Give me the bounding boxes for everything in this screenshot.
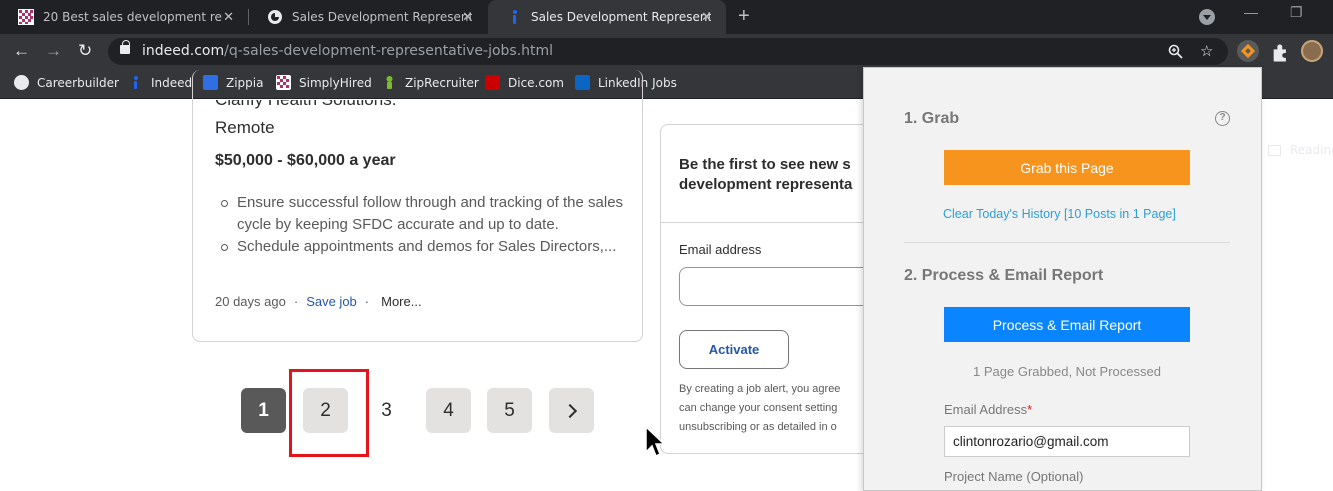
section-process-title: 2. Process & Email Report: [904, 267, 1104, 284]
divider: [661, 222, 871, 223]
forward-arrow-icon[interactable]: →: [45, 41, 62, 61]
grab-page-button[interactable]: Grab this Page: [944, 150, 1190, 185]
save-job-link[interactable]: Save job: [306, 294, 357, 309]
page-5-button[interactable]: 5: [487, 388, 532, 433]
grab-extension-icon[interactable]: [1237, 40, 1259, 62]
separator-dot: ·: [364, 294, 370, 309]
divider: [904, 242, 1230, 243]
job-salary: $50,000 - $60,000 a year: [215, 152, 396, 169]
omnibox[interactable]: indeed.com/q-sales-development-represent…: [108, 38, 1228, 65]
mouse-cursor-icon: [645, 426, 665, 458]
address-toolbar: ← → ↻ indeed.com/q-sales-development-rep…: [0, 34, 1333, 68]
alert-email-input[interactable]: [679, 267, 879, 306]
new-tab-button[interactable]: +: [738, 5, 750, 28]
careerbuilder-icon: [14, 75, 29, 90]
alert-legal-text: By creating a job alert, you agree can c…: [679, 380, 865, 437]
close-tab-icon[interactable]: ✕: [701, 9, 712, 25]
legal-line: can change your consent setting: [679, 402, 838, 414]
browser-tab-1[interactable]: 20 Best sales development repres ✕: [0, 0, 248, 34]
process-email-button[interactable]: Process & Email Report: [944, 307, 1190, 342]
tab-title: 20 Best sales development repres: [43, 10, 223, 24]
alert-heading-line: Be the first to see new s: [679, 156, 851, 173]
indeed-icon: [134, 76, 138, 89]
activate-button[interactable]: Activate: [679, 330, 789, 369]
grab-status: 1 Page Grabbed, Not Processed: [973, 364, 1161, 379]
separator-dot: ·: [293, 294, 299, 309]
restore-icon[interactable]: ❐: [1290, 4, 1303, 21]
bookmark-label: Indeed: [151, 75, 193, 90]
careerbuilder-favicon-icon: [268, 10, 282, 24]
bookmark-star-icon[interactable]: ☆: [1200, 42, 1213, 60]
tab-title: Sales Development Representativ: [292, 10, 472, 24]
next-page-button[interactable]: [549, 388, 594, 433]
snippet-item: Schedule appointments and demos for Sale…: [221, 236, 637, 258]
email-address-label: Email Address*: [944, 402, 1032, 417]
email-label-text: Email Address: [944, 402, 1028, 417]
job-location: Remote: [215, 118, 275, 137]
snippet-item: Ensure successful follow through and tra…: [221, 192, 637, 236]
required-asterisk: *: [1027, 402, 1033, 417]
job-meta: 20 days ago · Save job · More...: [215, 294, 422, 309]
tab-bar: 20 Best sales development repres ✕ Sales…: [0, 0, 1333, 34]
project-name-label: Project Name (Optional): [944, 469, 1084, 484]
page-3-button[interactable]: 3: [364, 388, 409, 433]
browser-tab-2[interactable]: Sales Development Representativ ✕: [249, 0, 487, 34]
alert-heading-line: development representa: [679, 176, 853, 193]
zoom-icon[interactable]: [1168, 44, 1183, 59]
help-icon[interactable]: ?: [1215, 111, 1230, 126]
more-link[interactable]: More...: [381, 294, 421, 309]
posted-date: 20 days ago: [215, 294, 286, 309]
clear-history-link[interactable]: Clear Today's History [10 Posts in 1 Pag…: [943, 207, 1176, 221]
indeed-favicon-icon: [513, 10, 517, 24]
highlight-box: [289, 369, 369, 457]
tab-search-icon[interactable]: [1199, 9, 1215, 25]
reading-list[interactable]: Reading: [1268, 143, 1333, 157]
page-1-button[interactable]: 1: [241, 388, 286, 433]
section-grab-title: 1. Grab: [904, 110, 960, 127]
email-address-label: Email address: [679, 242, 762, 257]
bookmark-indeed[interactable]: Indeed: [128, 75, 192, 90]
minimize-icon[interactable]: —: [1244, 4, 1258, 20]
page-4-button[interactable]: 4: [426, 388, 471, 433]
legal-line: unsubscribing or as detailed in o: [679, 421, 837, 433]
report-email-input[interactable]: clintonrozario@gmail.com: [944, 426, 1190, 457]
close-tab-icon[interactable]: ✕: [462, 9, 473, 25]
simplyhired-favicon-icon: [18, 9, 34, 25]
url-text[interactable]: indeed.com/q-sales-development-represent…: [142, 43, 553, 59]
bookmark-label: Careerbuilder: [37, 75, 119, 90]
legal-line: By creating a job alert, you agree: [679, 383, 841, 395]
extensions-puzzle-icon[interactable]: [1270, 42, 1292, 64]
profile-avatar-icon[interactable]: [1301, 40, 1323, 62]
reading-list-label: Reading: [1290, 143, 1333, 157]
alert-heading: Be the first to see new s development re…: [679, 155, 865, 195]
reading-list-icon: [1268, 144, 1281, 156]
browser-tab-3-active[interactable]: Sales Development Representativ ✕: [488, 0, 726, 34]
back-arrow-icon[interactable]: ←: [13, 41, 30, 61]
reload-icon[interactable]: ↻: [78, 41, 92, 61]
bookmark-careerbuilder[interactable]: Careerbuilder: [14, 75, 119, 90]
job-snippet: Ensure successful follow through and tra…: [221, 192, 637, 258]
close-tab-icon[interactable]: ✕: [223, 9, 234, 25]
tab-title: Sales Development Representativ: [531, 10, 711, 24]
lock-icon: [120, 40, 130, 54]
